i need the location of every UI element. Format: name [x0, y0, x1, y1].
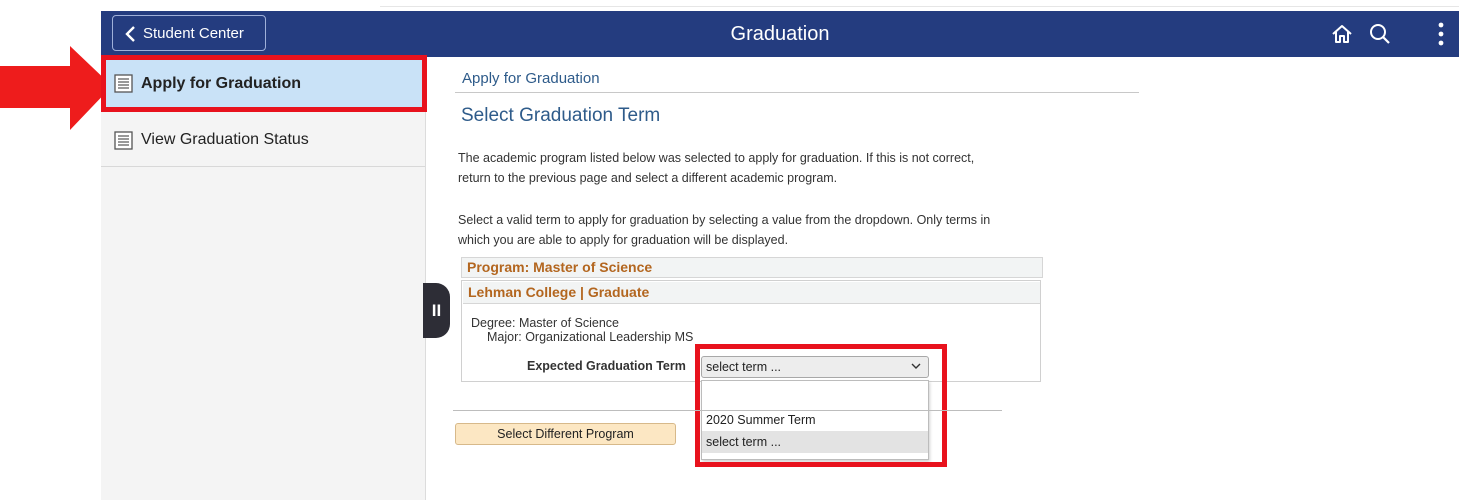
app-header: Student Center Graduation [101, 11, 1459, 57]
chevron-left-icon [125, 26, 135, 42]
select-different-program-button[interactable]: Select Different Program [455, 423, 676, 445]
back-button-label: Student Center [143, 24, 244, 42]
instructions-line: which you are able to apply for graduati… [458, 233, 789, 247]
degree-text: Degree: Master of Science [471, 316, 619, 330]
section-divider [453, 410, 1002, 411]
page-title: Select Graduation Term [461, 105, 661, 126]
home-icon[interactable] [1331, 23, 1353, 45]
program-header: Program: Master of Science [461, 257, 1043, 278]
instructions-paragraph-2: Select a valid term to apply for graduat… [458, 210, 1058, 250]
search-icon[interactable] [1369, 23, 1391, 45]
instructions-paragraph-1: The academic program listed below was se… [458, 148, 1058, 188]
highlight-box-dropdown [695, 344, 947, 467]
college-header: Lehman College | Graduate [463, 282, 1040, 304]
highlight-box-sidebar [101, 55, 427, 112]
breadcrumb-divider [455, 92, 1139, 93]
more-vertical-icon[interactable] [1437, 22, 1445, 46]
document-icon [114, 131, 133, 150]
instructions-line: Select a valid term to apply for graduat… [458, 213, 991, 227]
pause-bars-icon: II [431, 300, 442, 320]
page-header-title: Graduation [730, 23, 830, 45]
top-divider [380, 6, 1459, 7]
sidebar: Apply for Graduation View Graduation Sta… [101, 57, 426, 500]
back-to-student-center-button[interactable]: Student Center [112, 15, 266, 51]
instructions-line: return to the previous page and select a… [458, 171, 838, 185]
sidebar-item-view-graduation-status[interactable]: View Graduation Status [101, 114, 425, 167]
major-text: Major: Organizational Leadership MS [487, 330, 694, 344]
instructions-line: The academic program listed below was se… [458, 151, 975, 165]
expected-graduation-term-label: Expected Graduation Term [527, 359, 686, 373]
sidebar-item-label: View Graduation Status [141, 131, 309, 148]
collapse-sidebar-handle[interactable]: II [423, 283, 450, 338]
breadcrumb: Apply for Graduation [462, 70, 600, 87]
red-arrow-annotation [0, 46, 112, 130]
page: Student Center Graduation Apply for Grad… [0, 0, 1459, 500]
